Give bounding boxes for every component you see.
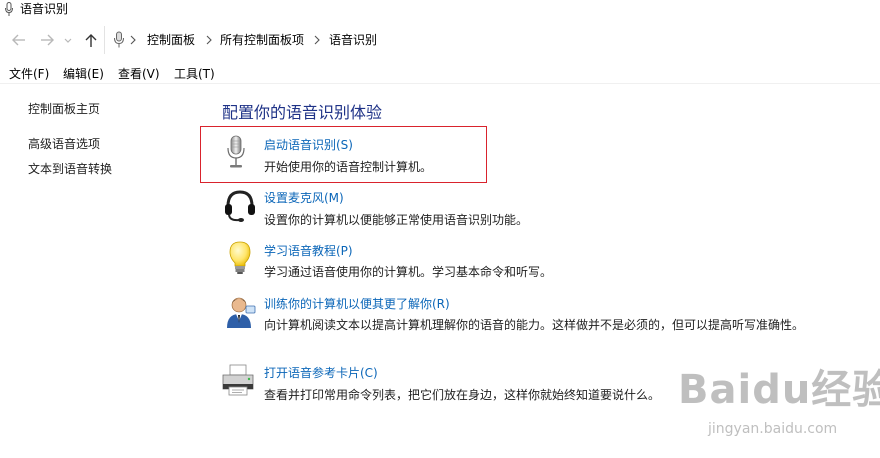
up-button[interactable] <box>82 31 100 49</box>
arrow-left-icon <box>12 34 25 46</box>
sidebar-home-link[interactable]: 控制面板主页 <box>28 101 100 117</box>
menu-file[interactable]: 文件(F) <box>9 67 49 82</box>
lightbulb-icon <box>229 241 251 274</box>
setup-microphone-desc: 设置你的计算机以便能够正常使用语音识别功能。 <box>264 213 529 227</box>
microphone-icon <box>227 135 245 168</box>
breadcrumb-control-panel[interactable]: 控制面板 <box>147 32 195 48</box>
breadcrumb-speech-recognition[interactable]: 语音识别 <box>329 32 377 48</box>
page-title: 配置你的语音识别体验 <box>222 103 383 122</box>
microphone-icon <box>5 2 13 16</box>
train-computer-desc: 向计算机阅读文本以提高计算机理解你的语音的能力。这样做并不是必须的，但可以提高听… <box>264 318 805 332</box>
forward-button[interactable] <box>38 31 56 49</box>
chevron-right-icon[interactable] <box>129 35 137 45</box>
train-computer-link[interactable]: 训练你的计算机以便其更了解你(R) <box>264 296 450 312</box>
baidu-watermark-url: jingyan.baidu.com <box>708 421 838 437</box>
arrow-up-icon <box>85 34 97 47</box>
back-button[interactable] <box>10 31 28 49</box>
address-bar[interactable]: 控制面板 所有控制面板项 语音识别 <box>104 26 880 54</box>
title-bar: 语音识别 <box>0 0 880 20</box>
speech-tutorial-desc: 学习通过语音使用你的计算机。学习基本命令和听写。 <box>264 265 553 279</box>
headset-icon <box>225 190 255 222</box>
speech-tutorial-link[interactable]: 学习语音教程(P) <box>264 243 353 259</box>
setup-microphone-link[interactable]: 设置麦克风(M) <box>264 190 344 206</box>
recent-locations-button[interactable] <box>62 31 74 49</box>
menu-bar: 文件(F) 编辑(E) 查看(V) 工具(T) <box>0 64 880 84</box>
sidebar-text-to-speech[interactable]: 文本到语音转换 <box>28 161 112 177</box>
chevron-right-icon[interactable] <box>205 35 213 45</box>
chevron-right-icon[interactable] <box>313 35 321 45</box>
sidebar-advanced-speech-options[interactable]: 高级语音选项 <box>28 136 100 152</box>
menu-tools[interactable]: 工具(T) <box>174 67 215 82</box>
arrow-right-icon <box>41 34 54 46</box>
chevron-down-icon <box>64 38 72 43</box>
microphone-icon <box>114 31 124 48</box>
user-training-icon <box>227 297 256 328</box>
menu-edit[interactable]: 编辑(E) <box>63 67 104 82</box>
printer-icon <box>222 364 254 396</box>
speech-reference-card-link[interactable]: 打开语音参考卡片(C) <box>264 365 378 381</box>
menu-view[interactable]: 查看(V) <box>118 67 160 82</box>
speech-reference-card-desc: 查看并打印常用命令列表，把它们放在身边，这样你就始终知道要说什么。 <box>264 388 661 402</box>
breadcrumb-all-items[interactable]: 所有控制面板项 <box>220 32 304 48</box>
window-title: 语音识别 <box>20 2 69 16</box>
start-speech-recognition-desc: 开始使用你的语音控制计算机。 <box>264 160 433 174</box>
baidu-watermark: Baidu经验 <box>678 367 880 413</box>
start-speech-recognition-link[interactable]: 启动语音识别(S) <box>264 137 353 153</box>
